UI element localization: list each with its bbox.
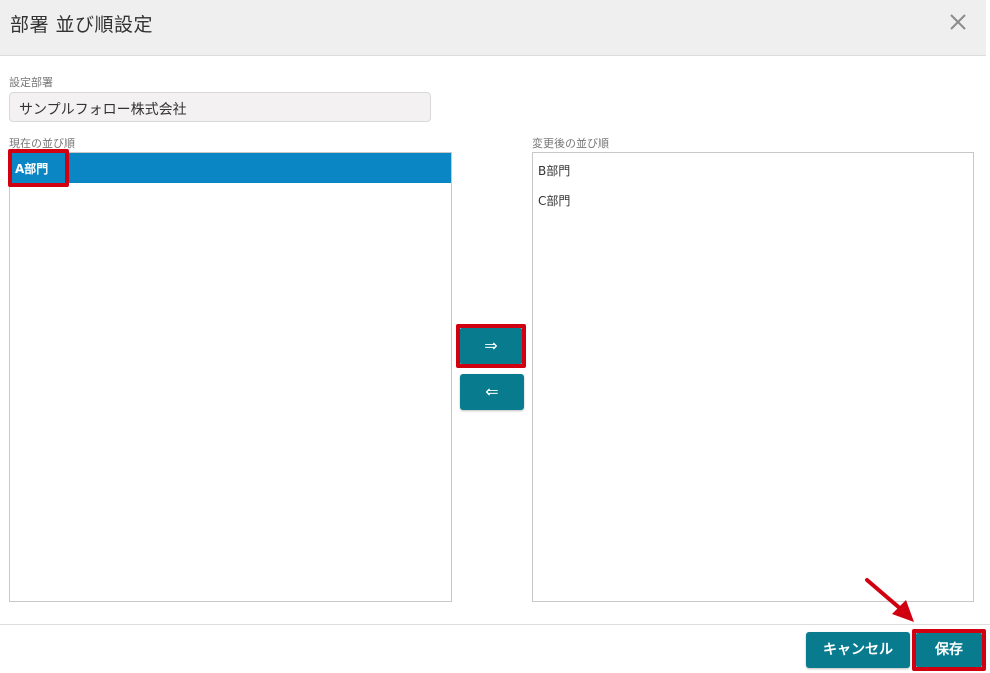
current-order-label: 現在の並び順 xyxy=(9,137,75,150)
new-order-list[interactable]: B部門 C部門 xyxy=(532,152,974,602)
list-item[interactable]: B部門 xyxy=(533,155,973,185)
dialog-title: 部署 並び順設定 xyxy=(10,14,154,36)
sort-order-dialog: 部署 並び順設定 設定部署 サンプルフォロー株式会社 現在の並び順 A部門 変更… xyxy=(0,0,990,673)
save-button[interactable]: 保存 xyxy=(916,632,982,668)
current-order-list[interactable]: A部門 xyxy=(9,152,452,602)
move-right-button[interactable]: ⇒ xyxy=(459,328,523,364)
cancel-button[interactable]: キャンセル xyxy=(806,632,910,668)
list-item[interactable]: C部門 xyxy=(533,185,973,215)
footer-divider xyxy=(0,624,990,625)
list-item[interactable]: A部門 xyxy=(10,153,451,183)
annotation-arrow-icon xyxy=(862,576,922,626)
move-left-button[interactable]: ⇐ xyxy=(460,374,524,410)
close-icon[interactable] xyxy=(946,10,970,34)
setting-department-field: サンプルフォロー株式会社 xyxy=(9,92,431,122)
dialog-header: 部署 並び順設定 xyxy=(0,0,986,56)
new-order-label: 変更後の並び順 xyxy=(532,137,609,150)
setting-department-label: 設定部署 xyxy=(9,76,53,89)
